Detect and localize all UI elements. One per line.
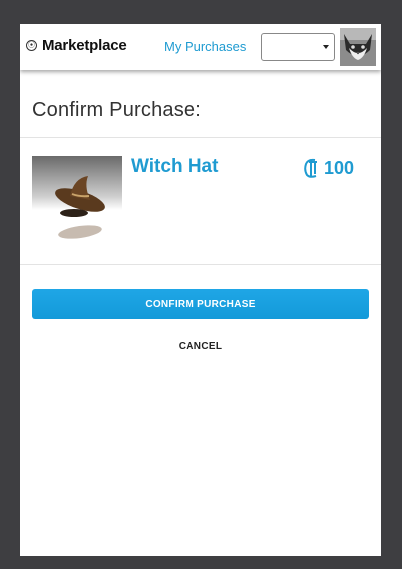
credit-currency-icon bbox=[304, 158, 317, 178]
avatar[interactable] bbox=[340, 28, 376, 66]
item-name[interactable]: Witch Hat bbox=[131, 156, 218, 178]
chevron-down-icon bbox=[323, 45, 329, 49]
purchase-dialog: ⦿ Marketplace My Purchases Confirm Purch… bbox=[20, 24, 381, 556]
brand-title[interactable]: Marketplace bbox=[42, 37, 127, 54]
cat-avatar-icon bbox=[340, 28, 376, 66]
cancel-button[interactable]: CANCEL bbox=[20, 341, 381, 352]
price-value: 100 bbox=[324, 157, 355, 178]
my-purchases-link[interactable]: My Purchases bbox=[164, 39, 246, 54]
divider-top bbox=[20, 137, 381, 138]
confirm-purchase-button[interactable]: CONFIRM PURCHASE bbox=[32, 289, 369, 319]
witch-hat-thumbnail-icon bbox=[32, 156, 122, 246]
user-select-dropdown[interactable] bbox=[261, 33, 335, 61]
item-thumbnail bbox=[32, 156, 122, 246]
divider-bottom bbox=[20, 264, 381, 265]
item-price: 100 bbox=[302, 156, 354, 180]
marketplace-logo-icon: ⦿ bbox=[26, 40, 37, 51]
page-title: Confirm Purchase: bbox=[32, 99, 202, 121]
top-bar: ⦿ Marketplace My Purchases bbox=[20, 24, 381, 70]
